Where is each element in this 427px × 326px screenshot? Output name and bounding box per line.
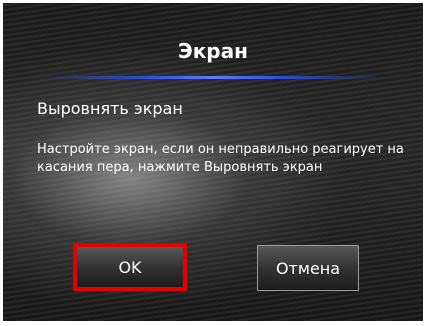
- cancel-button[interactable]: Отмена: [257, 245, 359, 291]
- dialog-description: Настройте экран, если он неправильно реа…: [37, 142, 404, 175]
- dialog-title: Экран: [178, 39, 248, 63]
- screen-alignment-dialog: Экран Выровнять экран Настройте экран, е…: [3, 3, 423, 321]
- title-divider: [43, 76, 383, 79]
- dialog-subtitle: Выровнять экран: [37, 99, 183, 118]
- ok-button[interactable]: OK: [73, 243, 187, 291]
